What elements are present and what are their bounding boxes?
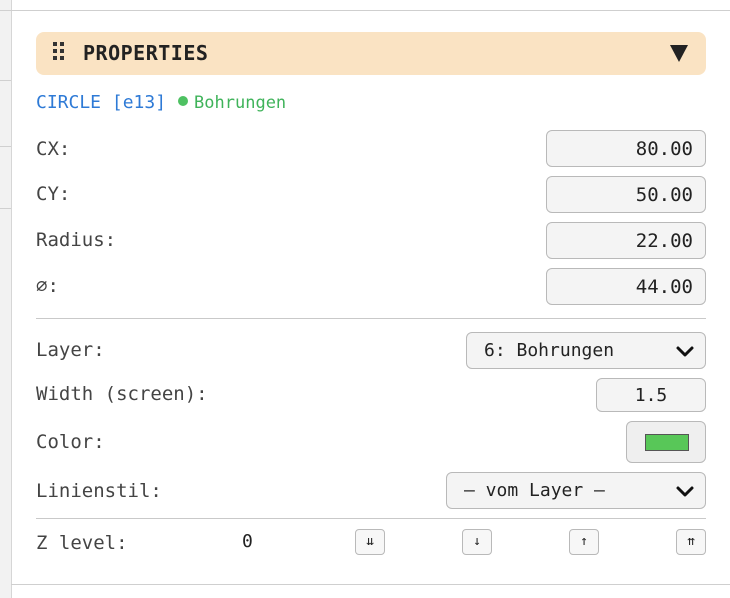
left-rail (0, 0, 12, 598)
color-label: Color: (36, 431, 105, 453)
color-swatch (645, 434, 689, 451)
move-up-button[interactable]: ↑ (569, 529, 599, 555)
panel-top-border (11, 10, 730, 11)
rail-tick (0, 208, 11, 209)
linestyle-select[interactable]: — vom Layer — (446, 472, 706, 509)
linestyle-select-value: — vom Layer — (464, 480, 605, 501)
rail-tick (0, 146, 11, 147)
color-picker-button[interactable] (626, 421, 706, 463)
layer-select-value: 6: Bohrungen (484, 340, 615, 361)
chevron-down-icon (676, 346, 694, 357)
bring-to-top-button[interactable]: ⇈ (676, 529, 706, 555)
z-level-value: 0 (242, 531, 253, 552)
layer-select[interactable]: 6: Bohrungen (466, 332, 706, 369)
width-label: Width (screen): (36, 383, 208, 405)
rail-tick (0, 80, 11, 81)
send-to-bottom-button[interactable]: ⇊ (355, 529, 385, 555)
radius-field[interactable] (546, 222, 706, 259)
diameter-label: ⌀: (36, 275, 59, 297)
section-divider (36, 318, 706, 319)
entity-type-label: CIRCLE [e13] (36, 92, 167, 113)
cy-field[interactable] (546, 176, 706, 213)
radius-label: Radius: (36, 229, 117, 251)
width-field[interactable] (596, 378, 706, 412)
chevron-down-icon (676, 486, 694, 497)
rail-tick (0, 10, 11, 11)
panel-bottom-border (11, 584, 730, 585)
z-level-label: Z level: (36, 532, 128, 554)
cx-field[interactable] (546, 130, 706, 167)
triangle-down-icon[interactable] (670, 45, 688, 62)
grip-icon[interactable] (53, 42, 65, 60)
properties-panel-header[interactable]: PROPERTIES (36, 32, 706, 75)
entity-info: CIRCLE [e13] Bohrungen (36, 92, 286, 113)
linestyle-label: Linienstil: (36, 480, 162, 502)
section-divider (36, 518, 706, 519)
cy-label: CY: (36, 183, 71, 205)
panel-title: PROPERTIES (83, 41, 209, 65)
cx-label: CX: (36, 138, 71, 160)
move-down-button[interactable]: ↓ (462, 529, 492, 555)
layer-label: Layer: (36, 339, 105, 361)
diameter-field[interactable] (546, 268, 706, 305)
layer-status-dot (178, 96, 189, 106)
entity-layer-name: Bohrungen (194, 93, 287, 113)
